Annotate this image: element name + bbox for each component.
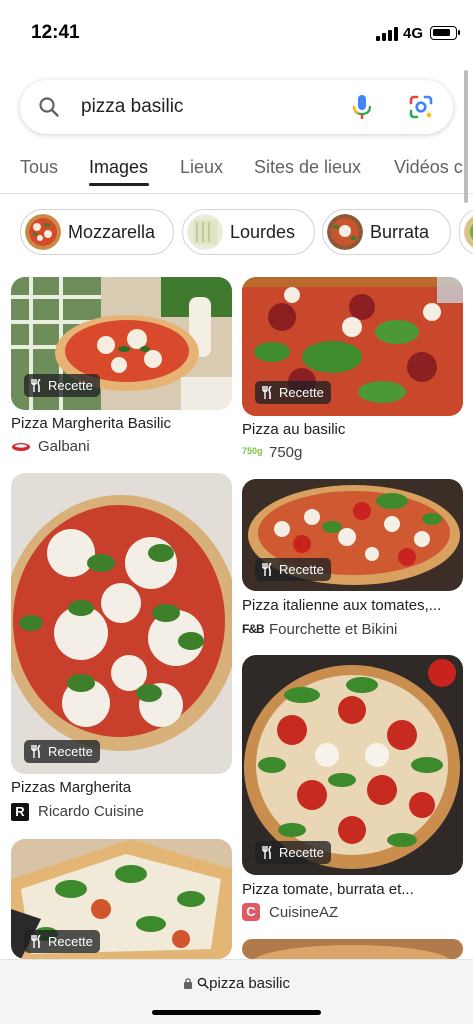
galbani-logo (12, 443, 30, 451)
recipe-badge: Recette (24, 930, 100, 953)
result-title[interactable]: Pizza tomate, burrata et... (242, 881, 463, 898)
tab-images[interactable]: Images (89, 157, 148, 178)
chip-label: Mozzarella (68, 222, 156, 242)
home-indicator[interactable] (152, 1010, 321, 1015)
result-title[interactable]: Pizzas Margherita (11, 779, 232, 796)
status-bar: 12:41 4G (0, 0, 473, 66)
recipe-badge: Recette (255, 558, 331, 581)
lock-icon (183, 978, 192, 989)
battery-icon (430, 26, 460, 40)
chip-thumbnail (187, 214, 223, 250)
result-title[interactable]: Pizza au basilic (242, 421, 463, 438)
fourchette-bikini-logo: F&B (242, 622, 265, 636)
result-card[interactable]: Recette Pizza Margherita Basilic Galbani (11, 277, 232, 462)
result-card[interactable] (242, 939, 463, 959)
chip-label: Lourdes (230, 222, 296, 242)
result-card[interactable]: Recette Pizzas Margherita R Ricardo Cuis… (11, 473, 232, 825)
utensils-icon (31, 745, 41, 758)
network-type: 4G (403, 25, 424, 42)
result-card[interactable]: Recette Pizza italienne aux tomates,... … (242, 479, 463, 641)
tab-place-sites[interactable]: Sites de lieux (254, 157, 361, 178)
tab-all[interactable]: Tous (20, 157, 58, 178)
chip-thumbnail (25, 214, 61, 250)
result-source[interactable]: CuisineAZ (269, 904, 338, 921)
recipe-badge: Recette (255, 381, 331, 404)
microphone-icon[interactable] (350, 93, 374, 121)
active-tab-indicator (89, 183, 149, 186)
utensils-icon (262, 563, 272, 576)
750g-logo: 750g (242, 446, 263, 456)
search-input[interactable]: pizza basilic (81, 96, 183, 118)
google-lens-icon[interactable] (408, 94, 434, 120)
result-card[interactable]: Recette (11, 839, 232, 959)
address-bar-text: pizza basilic (209, 975, 291, 992)
tab-places[interactable]: Lieux (180, 157, 223, 178)
search-tabs: Tous Images Lieux Sites de lieux Vidéos … (0, 150, 473, 194)
suggestion-chips: Mozzarella Lourdes Burrata (0, 205, 473, 261)
search-box[interactable]: pizza basilic (20, 80, 453, 134)
chip-thumbnail (327, 214, 363, 250)
signal-icon (376, 26, 398, 41)
browser-bottom-bar: pizza basilic (0, 959, 473, 1024)
result-source[interactable]: Galbani (38, 438, 90, 455)
chip-thumbnail (464, 216, 473, 248)
utensils-icon (262, 846, 272, 859)
recipe-badge: Recette (24, 740, 100, 763)
cuisineaz-logo: C (242, 903, 260, 921)
result-source[interactable]: Ricardo Cuisine (38, 803, 144, 820)
utensils-icon (262, 386, 272, 399)
ricardo-logo: R (11, 803, 29, 821)
utensils-icon (31, 379, 41, 392)
scrollbar[interactable] (464, 70, 468, 203)
search-icon (197, 977, 209, 989)
result-card[interactable]: Recette Pizza tomate, burrata et... C Cu… (242, 655, 463, 925)
utensils-icon (31, 935, 41, 948)
recipe-badge: Recette (255, 841, 331, 864)
status-time: 12:41 (31, 22, 80, 43)
recipe-badge: Recette (24, 374, 100, 397)
result-image[interactable] (11, 473, 232, 774)
result-image[interactable] (242, 939, 463, 959)
chip-mozzarella[interactable]: Mozzarella (20, 209, 174, 255)
chip-lourdes[interactable]: Lourdes (182, 209, 315, 255)
result-card[interactable]: Recette Pizza au basilic 750g 750g (242, 277, 463, 467)
chip-burrata[interactable]: Burrata (322, 209, 451, 255)
chip-more[interactable] (459, 209, 473, 255)
tab-videos[interactable]: Vidéos c (394, 157, 463, 178)
result-source[interactable]: Fourchette et Bikini (269, 621, 397, 638)
address-bar[interactable]: pizza basilic (0, 975, 473, 992)
chip-label: Burrata (370, 222, 430, 242)
result-title[interactable]: Pizza Margherita Basilic (11, 415, 232, 432)
result-source[interactable]: 750g (269, 444, 302, 461)
result-title[interactable]: Pizza italienne aux tomates,... (242, 597, 463, 614)
search-icon (39, 97, 59, 117)
